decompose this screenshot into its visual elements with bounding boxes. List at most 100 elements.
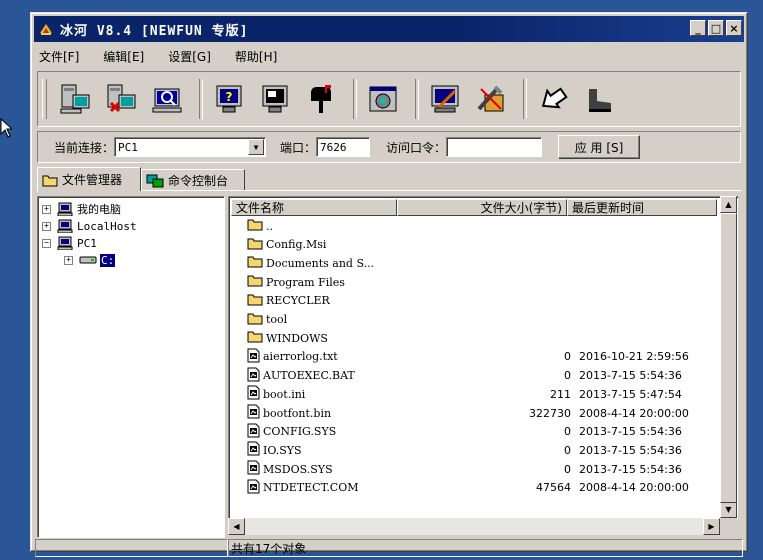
maximize-button[interactable]: □ [708,20,724,36]
minimize-icon: _ [695,21,701,35]
tree-item-my-computer[interactable]: + 我的电脑 [42,201,121,217]
port-input[interactable]: 7626 [316,137,371,157]
toolbar-separator [523,79,527,119]
file-name: Program Files [266,275,345,289]
tree-item-label: LocalHost [77,219,137,233]
scroll-up-button[interactable]: ▲ [720,196,737,213]
scroll-thumb[interactable] [720,213,737,503]
file-name: CONFIG.SYS [263,425,337,439]
horizontal-scrollbar[interactable]: ◀ ▶ [228,518,720,535]
current-connection-select[interactable]: PC1 ▼ [114,137,267,157]
delete-computer-button[interactable] [101,79,141,119]
scroll-right-button[interactable]: ▶ [703,518,720,535]
menu-edit[interactable]: 编辑[E] [103,48,144,65]
app-logo-icon [40,24,52,35]
control-panel-button[interactable] [363,79,403,119]
list-item[interactable]: Program Files [247,273,719,291]
file-icon [247,423,260,441]
file-name: bootfont.bin [263,406,332,420]
file-name: Config.Msi [266,238,327,252]
password-label: 访问口令： [386,140,447,155]
dropdown-button[interactable]: ▼ [248,139,265,155]
control-panel-icon [369,86,397,112]
tree-item-localhost[interactable]: + LocalHost [42,218,137,234]
file-modified-time: 2013-7-15 5:47:54 [579,387,682,401]
file-icon [247,348,260,366]
list-item[interactable]: CONFIG.SYS 0 2013-7-15 5:54:36 [247,423,719,441]
file-modified-time: 2008-4-14 20:00:00 [579,406,689,420]
apply-button-label: 应 用 [S] [574,140,624,155]
screen-view-button[interactable] [255,79,295,119]
list-item[interactable]: .. [247,217,719,235]
column-header-name[interactable]: 文件名称 [231,199,397,216]
toolbar-separator [199,79,203,119]
port-value: 7626 [320,140,347,154]
file-size: 0 [564,443,571,457]
minimize-button[interactable]: _ [690,20,706,36]
tools-button[interactable] [471,79,511,119]
close-button[interactable]: × [726,20,742,36]
folder-icon [247,293,263,309]
password-input[interactable] [446,137,543,157]
vertical-scrollbar[interactable]: ▲ ▼ [720,196,737,518]
list-item[interactable]: aierrorlog.txt 0 2016-10-21 2:59:56 [247,348,719,366]
file-modified-time: 2013-7-15 5:54:36 [579,462,682,476]
list-item[interactable]: bootfont.bin 322730 2008-4-14 20:00:00 [247,404,719,422]
list-item[interactable]: WINDOWS [247,329,719,347]
tab-command-console[interactable]: 命令控制台 [141,169,245,191]
expand-icon[interactable]: + [42,221,51,231]
collapse-icon[interactable]: − [42,238,51,248]
file-name: boot.ini [263,387,306,401]
tree-item-label: C: [100,253,116,267]
tree-item-label: PC1 [77,236,97,250]
tree-item-label: 我的电脑 [77,203,121,216]
config-server-icon [431,85,459,113]
list-item[interactable]: boot.ini 211 2013-7-15 5:47:54 [247,385,719,403]
list-item[interactable]: MSDOS.SYS 0 2013-7-15 5:54:36 [247,460,719,478]
screen-info-icon: ? [216,85,242,113]
list-item[interactable]: NTDETECT.COM 47564 2008-4-14 20:00:00 [247,479,719,497]
file-name: Documents and S... [266,256,375,270]
expand-icon[interactable]: + [42,204,51,214]
expand-icon[interactable]: + [64,255,73,265]
file-list[interactable]: 文件名称 文件大小(字节) 最后更新时间 .. Config.Msi Documen… [228,196,738,519]
list-item[interactable]: Config.Msi [247,236,719,254]
walk-button[interactable] [579,79,619,119]
title-bar[interactable]: 冰河 V8.4 [NEWFUN 专版] _ □ × [34,16,744,42]
toolbar-separator [353,79,357,119]
list-item[interactable]: AUTOEXEC.BAT 0 2013-7-15 5:54:36 [247,367,719,385]
scroll-left-button[interactable]: ◀ [228,518,245,535]
add-computer-button[interactable] [55,79,95,119]
mailbox-button[interactable] [301,79,341,119]
arrow-down-icon: ▼ [725,505,732,514]
file-modified-time: 2016-10-21 2:59:56 [579,350,689,364]
screen-info-button[interactable]: ? [209,79,249,119]
connection-bar: 当前连接： PC1 ▼ 端口： 7626 访问口令： 应 用 [S] [37,131,741,163]
tree-item-drive-c[interactable]: + C: [64,252,116,268]
arrow-left-icon: ◀ [233,522,240,531]
go-back-button[interactable] [533,79,573,119]
folder-icon [42,175,58,186]
mailbox-icon [311,85,331,113]
scroll-down-button[interactable]: ▼ [720,501,737,518]
config-server-button[interactable] [425,79,465,119]
tab-file-manager[interactable]: 文件管理器 [37,167,141,191]
computer-icon [57,236,73,250]
apply-button[interactable]: 应 用 [S] [558,135,641,159]
search-computer-button[interactable] [147,79,187,119]
file-modified-time: 2013-7-15 5:54:36 [579,425,682,439]
window-title: 冰河 V8.4 [NEWFUN 专版] [60,23,249,39]
computer-icon [57,202,73,216]
folder-tree[interactable]: + 我的电脑 + LocalHost − PC1 + C: [37,196,225,538]
list-item[interactable]: RECYCLER [247,292,719,310]
list-item[interactable]: tool [247,311,719,329]
folder-icon [247,330,263,346]
column-header-time[interactable]: 最后更新时间 [567,199,717,216]
column-header-size[interactable]: 文件大小(字节) [397,199,567,216]
list-item[interactable]: IO.SYS 0 2013-7-15 5:54:36 [247,441,719,459]
menu-file[interactable]: 文件[F] [39,48,79,65]
menu-help[interactable]: 帮助[H] [235,48,277,65]
tree-item-pc1[interactable]: − PC1 [42,235,97,251]
list-item[interactable]: Documents and S... [247,254,719,272]
menu-settings[interactable]: 设置[G] [168,48,211,65]
